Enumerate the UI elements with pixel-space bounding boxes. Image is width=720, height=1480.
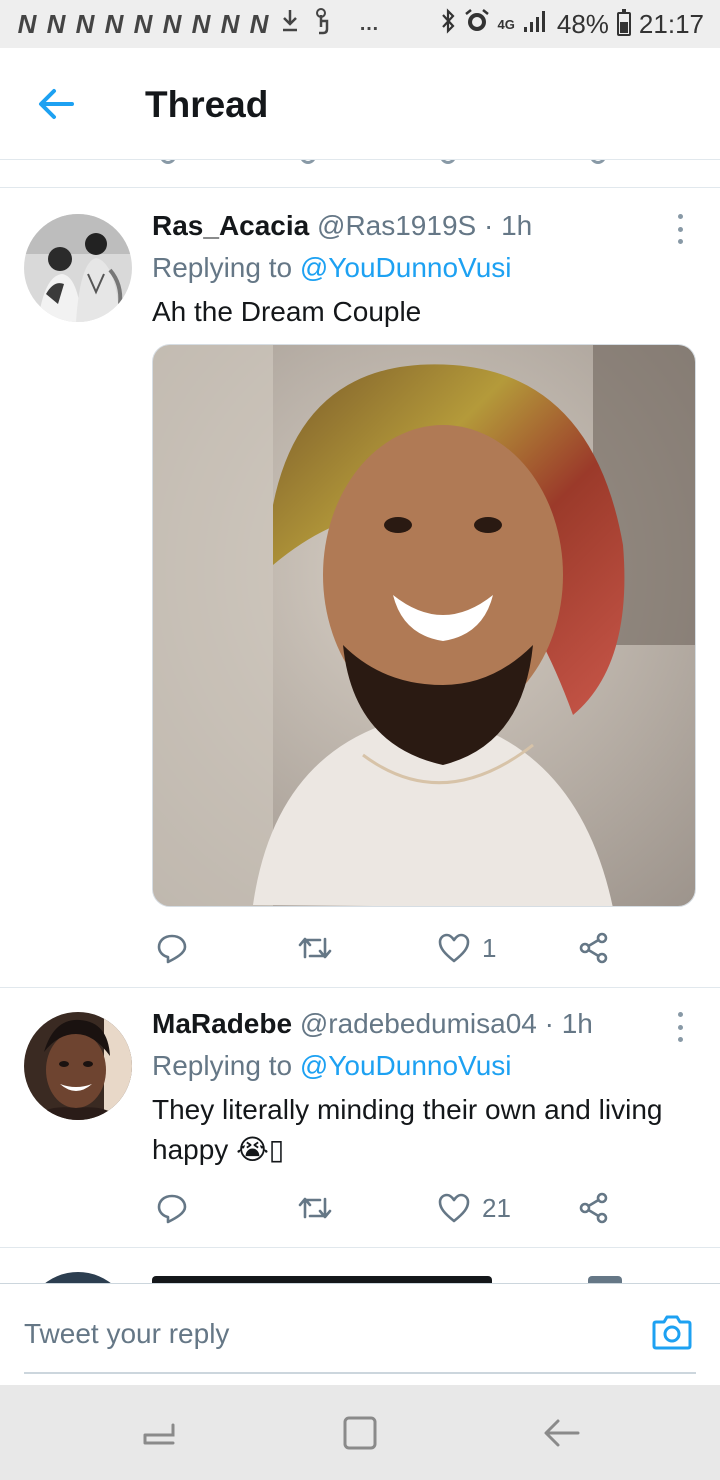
camera-button[interactable] <box>652 1314 692 1350</box>
display-name[interactable]: MaRadebe <box>152 1008 292 1039</box>
mention-link[interactable]: @YouDunnoVusi <box>300 1050 512 1081</box>
tweet-text: Ah the Dream Couple <box>152 296 422 327</box>
reply-button[interactable] <box>156 928 200 968</box>
arrow-left-icon <box>39 89 74 119</box>
home-button[interactable] <box>340 1415 380 1451</box>
like-button[interactable]: 1 <box>438 928 496 968</box>
mention-link[interactable]: @YouDunnoVusi <box>300 252 512 283</box>
notification-icon: N <box>75 8 96 39</box>
battery-percent: 48% <box>556 8 609 39</box>
retweet-button[interactable] <box>298 928 344 968</box>
system-indicators: 4G 48% 21:17 <box>440 7 704 41</box>
notification-icon: N <box>17 8 38 39</box>
tweet-media-photo[interactable] <box>152 344 696 907</box>
signal-icon <box>523 9 549 40</box>
tweet-time: 1h <box>501 210 533 241</box>
touch-icon <box>313 7 333 41</box>
avatar[interactable] <box>24 1012 132 1120</box>
replying-to: Replying to @YouDunnoVusi <box>152 1050 512 1082</box>
more-options-button[interactable] <box>670 214 690 244</box>
home-icon <box>343 1416 377 1450</box>
reply-placeholder: Tweet your reply <box>24 1318 230 1349</box>
clock: 21:17 <box>638 8 704 39</box>
retweet-icon <box>298 937 332 959</box>
notification-icon: N <box>249 8 270 39</box>
more-notifications-icon: … <box>359 12 381 35</box>
previous-tweet-actions-clipped <box>0 160 720 188</box>
notification-icon: N <box>220 8 241 39</box>
system-navigation-bar <box>0 1385 720 1480</box>
share-icon <box>579 932 608 964</box>
status-bar: N N N N N N N N N … 4G 48% 21:17 <box>0 0 720 48</box>
heart-icon <box>438 933 470 963</box>
reply-composer: Tweet your reply <box>0 1283 720 1385</box>
separator: · <box>483 210 494 241</box>
tweet-text: They literally minding their own and liv… <box>152 1094 663 1165</box>
like-count: 1 <box>482 932 497 963</box>
user-handle[interactable]: @Ras1919S <box>317 210 476 241</box>
tweet[interactable]: MaRadebe @radebedumisa04 · 1h Replying t… <box>0 988 720 1248</box>
download-icon <box>281 8 299 41</box>
user-handle[interactable]: @radebedumisa04 <box>300 1008 537 1039</box>
separator: · <box>544 1008 554 1039</box>
display-name[interactable]: Ras_Acacia <box>152 210 309 241</box>
like-button[interactable]: 21 <box>438 1188 511 1228</box>
back-arrow-icon <box>544 1419 580 1447</box>
network-type: 4G <box>497 16 515 32</box>
replying-to: Replying to @YouDunnoVusi <box>152 252 512 284</box>
like-count: 21 <box>482 1192 511 1223</box>
tweet-actions: 21 <box>152 1188 622 1228</box>
tweet-time: 1h <box>561 1008 593 1039</box>
reply-icon <box>157 934 187 964</box>
back-button[interactable] <box>34 84 78 124</box>
share-button[interactable] <box>578 1188 610 1228</box>
retweet-icon <box>298 1197 332 1219</box>
reply-button[interactable] <box>156 1188 200 1228</box>
tweet-actions: 1 <box>152 928 622 968</box>
notification-icon: N <box>191 8 212 39</box>
next-tweet-clipped <box>0 1248 720 1283</box>
camera-icon <box>652 1315 692 1350</box>
alarm-icon <box>464 8 490 41</box>
notification-icons: N N N N N N N N N … <box>14 7 381 41</box>
notification-icon: N <box>46 8 67 39</box>
retweet-button[interactable] <box>298 1188 344 1228</box>
notification-icon: N <box>133 8 154 39</box>
replying-to-label: Replying to <box>152 1050 300 1081</box>
share-button[interactable] <box>578 928 610 968</box>
tweet[interactable]: Ras_Acacia @Ras1919S · 1h Replying to @Y… <box>0 188 720 988</box>
thread-header: Thread <box>0 48 720 160</box>
system-back-button[interactable] <box>542 1415 582 1451</box>
bluetooth-icon <box>440 7 456 41</box>
share-icon <box>579 1192 608 1224</box>
more-options-button[interactable] <box>670 1012 690 1042</box>
replying-to-label: Replying to <box>152 252 300 283</box>
reply-input[interactable]: Tweet your reply <box>24 1284 696 1374</box>
battery-icon <box>616 9 631 36</box>
tweet-header: Ras_Acacia @Ras1919S · 1h <box>152 210 532 242</box>
recent-apps-icon <box>143 1423 175 1445</box>
notification-icon: N <box>162 8 183 39</box>
heart-icon <box>438 1193 470 1223</box>
tweet-header: MaRadebe @radebedumisa04 · 1h <box>152 1008 593 1040</box>
recent-apps-button[interactable] <box>140 1415 180 1451</box>
reply-icon <box>157 1194 187 1224</box>
avatar[interactable] <box>24 214 132 322</box>
page-title: Thread <box>145 84 269 125</box>
notification-icon: N <box>104 8 125 39</box>
